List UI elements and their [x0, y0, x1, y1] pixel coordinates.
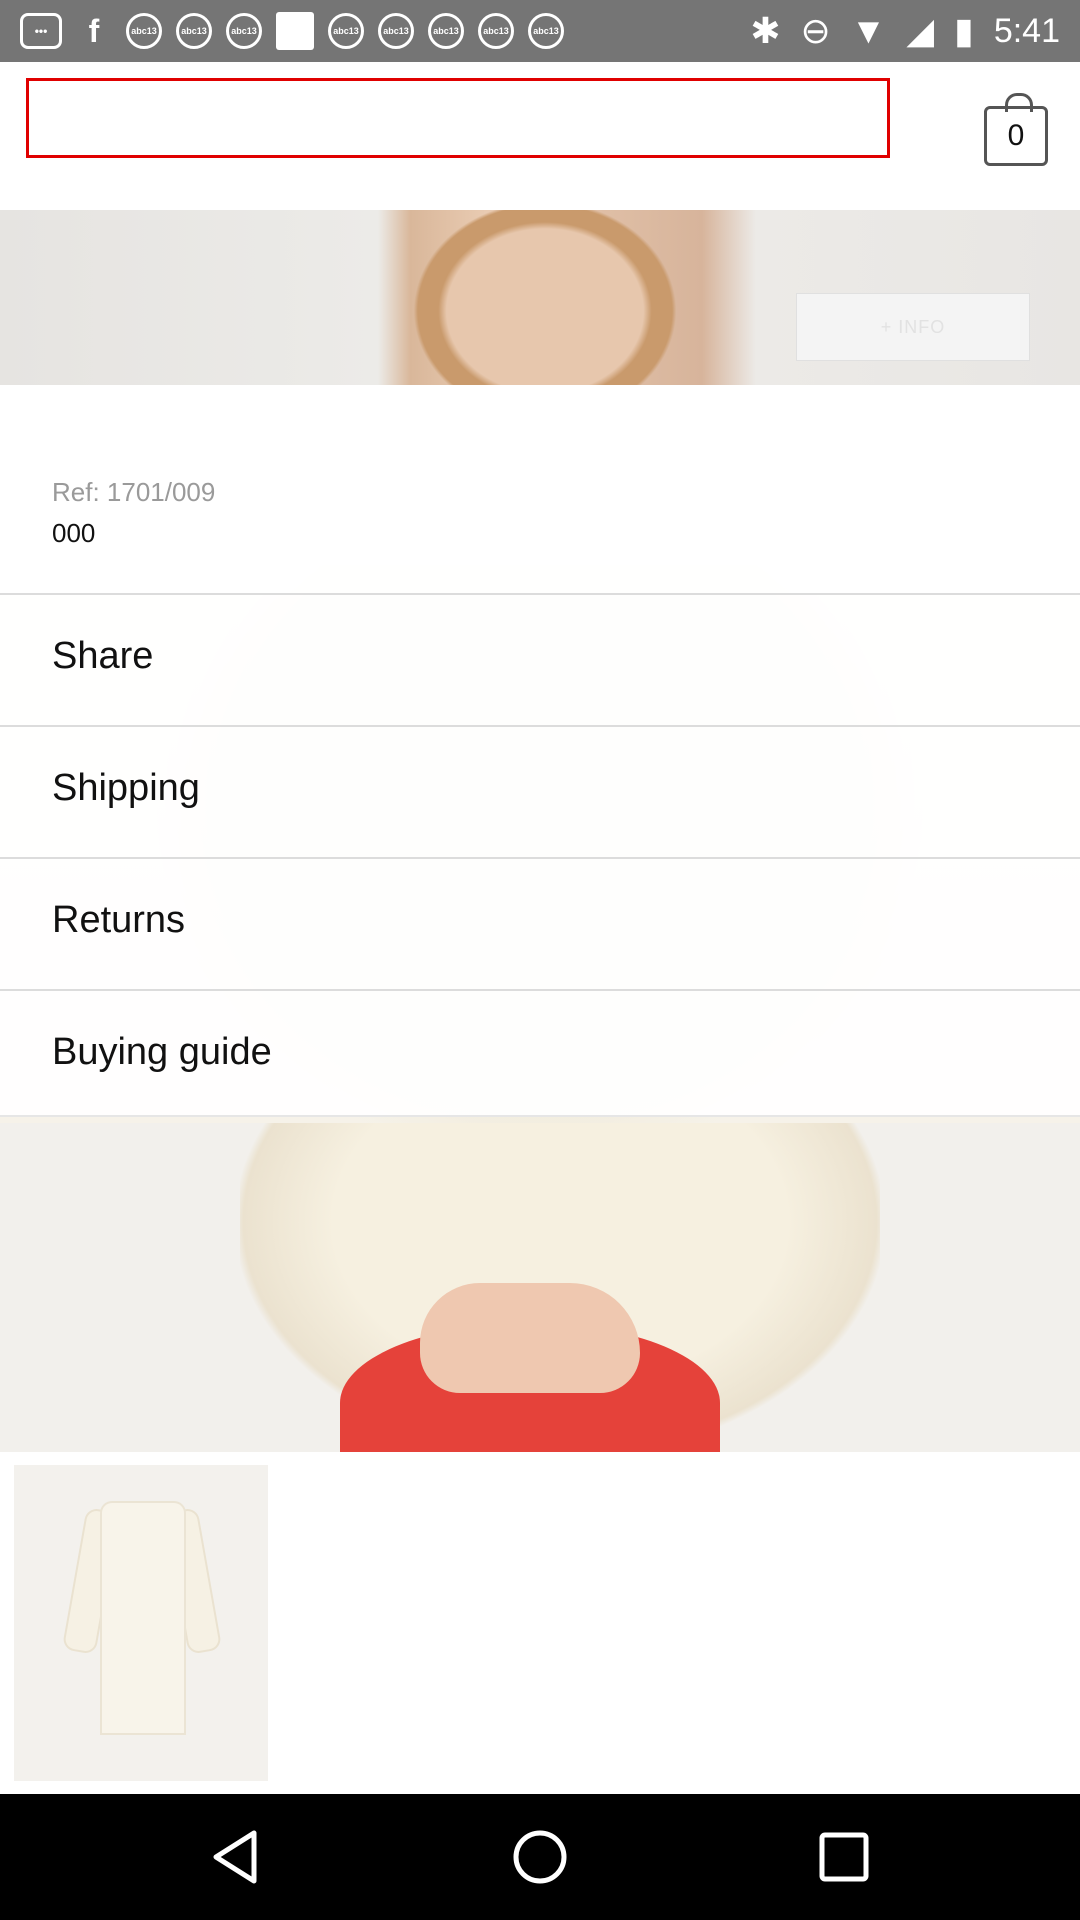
navigation-bar	[0, 1794, 1080, 1920]
abc13-icon: abc13	[226, 13, 262, 49]
abc13-icon: abc13	[328, 13, 364, 49]
white-square-icon	[276, 12, 314, 50]
back-icon[interactable]	[208, 1827, 268, 1887]
shopping-bag-button[interactable]: 0	[984, 93, 1048, 166]
thumbnail-shirt	[102, 1503, 184, 1733]
menu-item-returns[interactable]: Returns	[0, 857, 1080, 989]
abc13-icon: abc13	[428, 13, 464, 49]
menu-item-label: Share	[52, 635, 154, 677]
menu-item-label: Buying guide	[52, 1031, 272, 1073]
home-icon[interactable]	[510, 1827, 570, 1887]
model-photo	[400, 210, 690, 385]
menu-item-label: Shipping	[52, 767, 200, 809]
menu-item-label: Returns	[52, 899, 186, 941]
product-ref: Ref: 1701/009	[52, 477, 216, 507]
hand-image	[420, 1283, 640, 1393]
signal-icon: ◢	[906, 10, 934, 51]
product-menu: Share Shipping Returns Buying guide	[0, 593, 1080, 1117]
menu-item-buying-guide[interactable]: Buying guide	[0, 989, 1080, 1117]
abc13-icon: abc13	[176, 13, 212, 49]
product-info-panel: Ref: 1701/009 000	[0, 385, 1080, 593]
product-photo	[0, 1123, 1080, 1453]
clock: 5:41	[993, 11, 1060, 50]
abc13-icon: abc13	[528, 13, 564, 49]
product-code: 000	[52, 518, 96, 548]
recent-apps-icon[interactable]	[814, 1827, 874, 1887]
info-button[interactable]: + INFO	[796, 293, 1030, 361]
battery-icon: ▮	[954, 10, 974, 51]
cart-count: 0	[1007, 119, 1025, 152]
app-header: 0	[0, 62, 1080, 210]
menu-item-share[interactable]: Share	[0, 593, 1080, 725]
abc13-icon: abc13	[378, 13, 414, 49]
abc13-icon: abc13	[126, 13, 162, 49]
abc13-icon: abc13	[478, 13, 514, 49]
product-thumbnail[interactable]	[14, 1465, 268, 1781]
messages-icon: •••	[20, 13, 62, 49]
wifi-icon: ▼	[850, 10, 887, 51]
search-input[interactable]	[26, 78, 890, 158]
facebook-icon: f	[88, 12, 100, 49]
product-hero-image: + INFO	[0, 210, 1080, 385]
bluetooth-icon: ✱	[750, 10, 781, 51]
notification-icons: ••• f abc13 abc13 abc13 abc13 abc13 abc1…	[20, 12, 564, 50]
menu-item-shipping[interactable]: Shipping	[0, 725, 1080, 857]
do-not-disturb-icon: ⊖	[800, 10, 831, 51]
status-bar: ••• f abc13 abc13 abc13 abc13 abc13 abc1…	[0, 0, 1080, 62]
system-icons: ✱ ⊖ ▼ ◢ ▮ 5:41	[750, 10, 1060, 52]
